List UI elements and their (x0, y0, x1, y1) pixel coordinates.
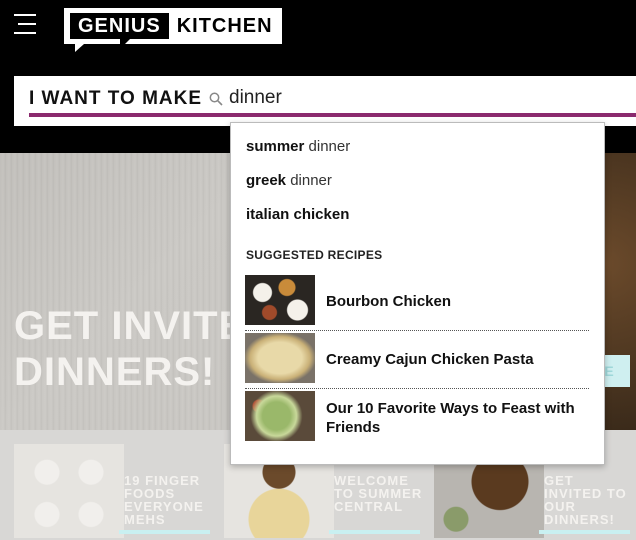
logo-genius-text: GENIUS (70, 13, 169, 49)
logo-kitchen-text: KITCHEN (176, 14, 273, 37)
recipe-title: Creamy Cajun Chicken Pasta (326, 351, 534, 368)
suggestion-rest: dinner (286, 172, 332, 189)
card-image (14, 444, 124, 538)
feature-card-finger-foods[interactable]: 19 FINGER FOODS EVERYONE MEHS (14, 444, 210, 538)
recipe-title: Bourbon Chicken (326, 293, 452, 310)
search-input[interactable] (229, 84, 609, 112)
suggestion-greek-dinner[interactable]: greek dinner (246, 172, 332, 189)
recipe-title: Our 10 Favorite Ways to Feast with Frien… (326, 400, 575, 436)
search-label: I WANT TO MAKE (29, 88, 203, 109)
suggestion-italian-chicken[interactable]: italian chicken (246, 206, 349, 223)
page: GENIUS KITCHEN GET INVITED TO OUR DINNER… (0, 0, 636, 540)
card-title: GET INVITED TO OUR DINNERS! (544, 473, 627, 527)
recipe-divider (245, 330, 589, 331)
search-underline (29, 113, 636, 117)
suggested-recipes-header: SUGGESTED RECIPES (246, 248, 383, 262)
suggestion-bold: summer (246, 138, 305, 155)
card-accent-bar (539, 530, 630, 534)
autocomplete-dropdown: summer dinner greek dinner italian chick… (230, 122, 605, 465)
recipe-thumbnail (245, 391, 315, 441)
suggestion-rest: dinner (304, 138, 351, 155)
card-title: WELCOME TO SUMMER CENTRAL (334, 473, 423, 514)
hamburger-menu-icon[interactable] (14, 14, 36, 34)
search-icon (209, 92, 223, 106)
suggestion-bold: italian chicken (246, 206, 350, 223)
genius-kitchen-logo[interactable]: GENIUS KITCHEN (64, 8, 282, 49)
search-bar: I WANT TO MAKE (14, 76, 636, 126)
suggestion-bold: greek (246, 172, 287, 189)
suggestion-summer-dinner[interactable]: summer dinner (246, 138, 350, 155)
recipe-thumbnail (245, 333, 315, 383)
logo-speech-tail (75, 44, 84, 52)
card-title: 19 FINGER FOODS EVERYONE MEHS (124, 473, 204, 527)
card-accent-bar (119, 530, 210, 534)
card-accent-bar (329, 530, 420, 534)
recipe-creamy-cajun-chicken-pasta[interactable]: Creamy Cajun Chicken Pasta (245, 333, 589, 389)
recipe-bourbon-chicken[interactable]: Bourbon Chicken (245, 275, 589, 331)
recipe-divider (245, 388, 589, 389)
recipe-thumbnail (245, 275, 315, 325)
recipe-feast-with-friends[interactable]: Our 10 Favorite Ways to Feast with Frien… (245, 391, 589, 443)
